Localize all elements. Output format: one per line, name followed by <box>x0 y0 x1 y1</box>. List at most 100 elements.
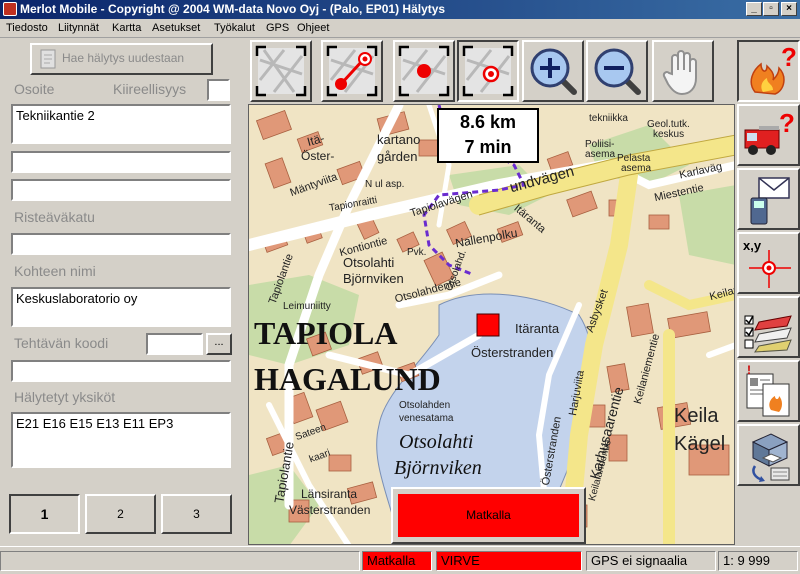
center-target-button[interactable] <box>457 40 519 102</box>
svg-text:?: ? <box>779 108 795 138</box>
zoom-in-icon <box>530 48 577 95</box>
checklist-icon <box>744 315 792 353</box>
map-overview-icon <box>255 45 307 97</box>
checklist-button[interactable] <box>737 296 800 358</box>
map-label-otsolahti-water: Otsolahti <box>399 431 474 453</box>
virve-indicator: VIRVE <box>436 551 582 571</box>
pan-hand-button[interactable] <box>652 40 714 102</box>
unit-button-1[interactable]: 1 <box>9 494 80 534</box>
target-location-icon <box>462 45 514 97</box>
map-label: Leimuniitty <box>283 301 331 312</box>
status-button[interactable]: Matkalla <box>391 487 586 544</box>
urgency-label: Kiireellisyys <box>113 81 187 97</box>
center-own-location-button[interactable] <box>393 40 455 102</box>
map-label: Otsolahti <box>343 255 395 270</box>
coordinates-label: x,y <box>743 238 762 253</box>
zoom-in-button[interactable] <box>522 40 584 102</box>
menu-tyokalut[interactable]: Työkalut <box>214 22 255 34</box>
zoom-out-icon <box>594 48 641 95</box>
menu-gps[interactable]: GPS <box>266 22 289 34</box>
fetch-alarm-button[interactable]: Hae hälytys uudestaan <box>30 43 213 75</box>
unit-button-3[interactable]: 3 <box>161 494 232 534</box>
address-field-line1[interactable]: Tekniikantie 2 <box>11 104 231 144</box>
route-to-target-button[interactable] <box>321 40 383 102</box>
target-name-label: Kohteen nimi <box>14 263 96 279</box>
close-button[interactable]: × <box>781 2 797 16</box>
unit-button-2[interactable]: 2 <box>85 494 156 534</box>
printer-icon <box>751 433 790 482</box>
map-label: Otsolahden <box>399 400 451 411</box>
task-code-browse-button[interactable]: ... <box>206 333 232 355</box>
documents-button[interactable]: ! <box>737 360 800 422</box>
fetch-alarm-label: Hae hälytys uudestaan <box>62 51 185 65</box>
menu-kartta[interactable]: Kartta <box>112 22 141 34</box>
alerted-units-label: Hälytetyt yksiköt <box>14 389 116 405</box>
map-label: gården <box>377 149 418 164</box>
task-description-field[interactable] <box>11 360 231 382</box>
address-label: Osoite <box>14 81 55 97</box>
map-label: venesatama <box>399 413 454 424</box>
urgency-field[interactable] <box>207 79 230 101</box>
alarm-help-button[interactable]: ? <box>737 40 800 102</box>
message-phone-icon <box>750 177 790 225</box>
own-location-icon <box>398 45 450 97</box>
map-label: Björnviken <box>343 271 404 286</box>
cross-street-field[interactable] <box>11 233 231 255</box>
alarm-details-panel: Hae hälytys uudestaan Osoite Kiireellisy… <box>0 38 244 544</box>
map-label-tapiola: TAPIOLA <box>254 315 398 351</box>
map-label: Västerstranden <box>289 503 371 517</box>
map-scale: 1: 9 999 <box>718 551 798 571</box>
menu-liitynnat[interactable]: Liitynnät <box>58 22 99 34</box>
map-label: N ul asp. <box>365 179 405 190</box>
refresh-alarm-icon <box>40 49 56 69</box>
print-button[interactable] <box>737 424 800 486</box>
vehicle-help-button[interactable]: ? <box>737 104 800 166</box>
menu-bar: Tiedosto Liitynnät Kartta Asetukset Työk… <box>0 19 800 38</box>
minimize-button[interactable]: _ <box>746 2 762 16</box>
route-icon <box>326 45 378 97</box>
status-bar-empty <box>0 551 360 571</box>
window-title: Merlot Mobile - Copyright @ 2004 WM-data… <box>20 2 446 16</box>
map-label: tekniikka <box>589 113 628 124</box>
map-view[interactable]: Itä- Öster- kartano gården Mäntyviita N … <box>248 104 735 545</box>
map-label-hagalund: HAGALUND <box>254 361 441 397</box>
cross-street-label: Risteäväkatu <box>14 209 95 225</box>
app-icon <box>3 2 17 16</box>
map-label-keila: Keila <box>674 405 719 427</box>
map-label: Pvk. <box>407 247 427 258</box>
route-distance-box: 8.6 km 7 min <box>437 108 539 163</box>
menu-ohjeet[interactable]: Ohjeet <box>297 22 329 34</box>
map-label: Itäranta <box>515 321 560 336</box>
task-code-label: Tehtävän koodi <box>14 335 109 351</box>
status-indicator: Matkalla <box>362 551 432 571</box>
task-code-field[interactable] <box>146 333 203 355</box>
map-label: keskus <box>653 129 685 140</box>
map-label: Länsiranta <box>301 487 358 501</box>
address-field-line3[interactable] <box>11 179 231 201</box>
status-button-label: Matkalla <box>398 494 579 537</box>
address-field-line2[interactable] <box>11 151 231 173</box>
coordinates-icon: x,y <box>743 238 791 288</box>
map-label-kagel: Kägel <box>674 433 726 455</box>
fire-alarm-icon: ? <box>750 44 797 95</box>
messages-button[interactable] <box>737 168 800 230</box>
hand-icon <box>662 50 697 96</box>
alerted-units-field[interactable]: E21 E16 E15 E13 E11 EP3 <box>11 412 231 468</box>
map-label: asema <box>621 163 652 174</box>
target-marker[interactable] <box>476 313 500 337</box>
map-label: kartano <box>377 132 421 147</box>
menu-tiedosto[interactable]: Tiedosto <box>6 22 48 34</box>
map-label: Öster- <box>301 149 335 163</box>
route-distance: 8.6 km <box>459 112 517 132</box>
map-overview-button[interactable] <box>250 40 312 102</box>
coordinates-button[interactable]: x,y <box>737 232 800 294</box>
map-label: asema <box>585 149 616 160</box>
target-name-field[interactable]: Keskuslaboratorio oy <box>11 287 231 327</box>
map-label: Österstranden <box>471 345 554 360</box>
map-label-bjornviken-water: Björnviken <box>394 457 482 479</box>
menu-asetukset[interactable]: Asetukset <box>152 22 200 34</box>
svg-text:!: ! <box>747 364 751 377</box>
zoom-out-button[interactable] <box>586 40 648 102</box>
maximize-button[interactable]: ▫ <box>763 2 779 16</box>
route-time: 7 min <box>464 137 512 157</box>
